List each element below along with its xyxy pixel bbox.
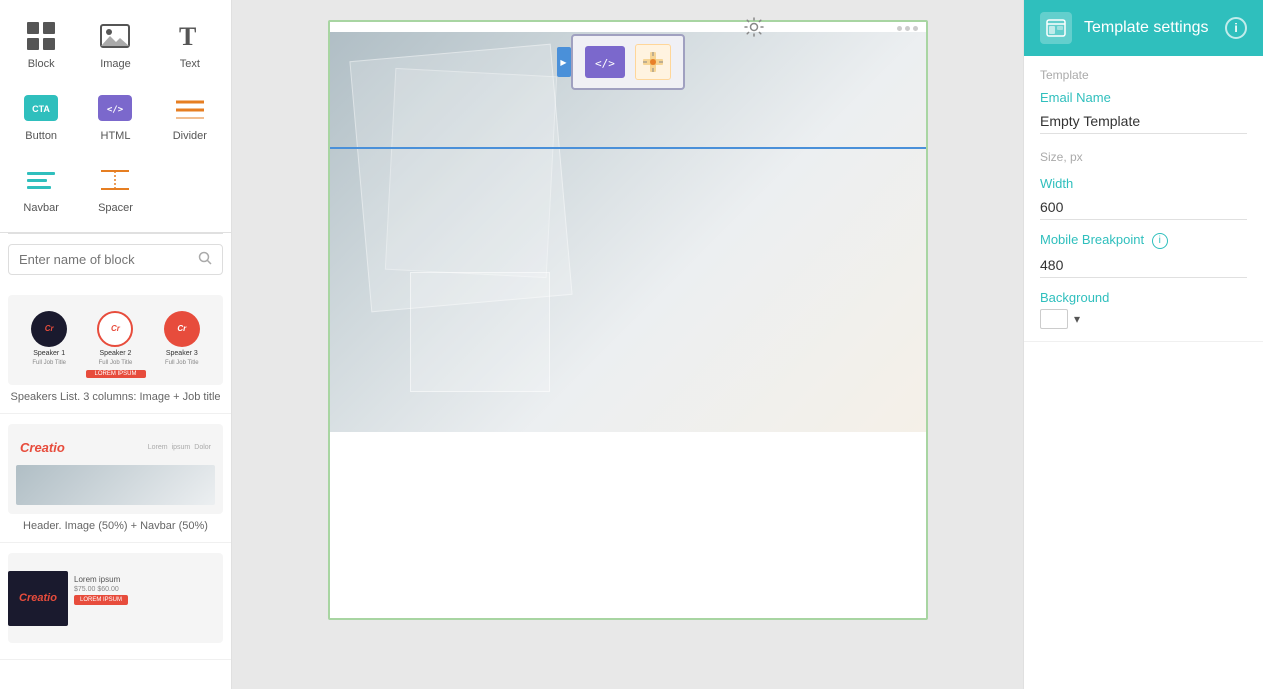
speakers-block-label: Speakers List. 3 columns: Image + Job ti… bbox=[8, 391, 223, 403]
panel-header: Template settings i bbox=[1024, 0, 1263, 56]
button-component[interactable]: CTA Button bbox=[4, 80, 78, 152]
email-name-input[interactable] bbox=[1040, 109, 1247, 134]
divider-component[interactable]: Divider bbox=[153, 80, 227, 152]
text-icon: T bbox=[172, 18, 208, 54]
panel-title: Template settings bbox=[1084, 19, 1213, 37]
canvas-content bbox=[330, 32, 926, 432]
spacer-label: Spacer bbox=[98, 202, 133, 214]
background-color-picker[interactable]: ▾ bbox=[1040, 309, 1247, 329]
move-icon[interactable] bbox=[635, 44, 671, 80]
button-icon: CTA bbox=[23, 90, 59, 126]
mobile-breakpoint-label: Mobile Breakpoint i bbox=[1040, 232, 1247, 249]
width-label: Width bbox=[1040, 176, 1247, 191]
search-container[interactable] bbox=[8, 244, 223, 275]
selection-line bbox=[330, 147, 926, 149]
svg-text:</>: </> bbox=[595, 57, 615, 70]
header-preview: Creatio Lorem ipsum Dolor bbox=[8, 424, 223, 514]
main-canvas: </> bbox=[232, 0, 1023, 689]
list-item[interactable]: Creatio Lorem ipsum $75.00 $60.00 LOREM … bbox=[0, 543, 231, 660]
svg-text:T: T bbox=[179, 22, 196, 51]
html-icon: </> bbox=[97, 90, 133, 126]
block-list: Cr Speaker 1 Full Job Title Cr Speaker 2… bbox=[0, 285, 231, 689]
template-section-label: Template bbox=[1040, 68, 1247, 82]
inner-box bbox=[410, 272, 550, 392]
color-dropdown-arrow[interactable]: ▾ bbox=[1074, 312, 1080, 326]
email-name-label: Email Name bbox=[1040, 90, 1247, 105]
background-label: Background bbox=[1040, 290, 1247, 305]
divider-label: Divider bbox=[173, 130, 207, 142]
list-item[interactable]: Creatio Lorem ipsum Dolor Header. Image … bbox=[0, 414, 231, 543]
product-preview: Creatio Lorem ipsum $75.00 $60.00 LOREM … bbox=[8, 553, 223, 643]
html-block-icon: </> bbox=[585, 46, 625, 78]
svg-text:</>: </> bbox=[107, 105, 124, 115]
drag-handle-left[interactable] bbox=[557, 47, 571, 77]
color-swatch[interactable] bbox=[1040, 309, 1068, 329]
navbar-component[interactable]: Navbar bbox=[4, 152, 78, 224]
template-settings-icon bbox=[1046, 19, 1066, 37]
divider-icon bbox=[172, 90, 208, 126]
size-section-label: Size, px bbox=[1040, 150, 1247, 164]
text-label: Text bbox=[180, 58, 200, 70]
mobile-breakpoint-input[interactable] bbox=[1040, 253, 1247, 278]
header-block-label: Header. Image (50%) + Navbar (50%) bbox=[8, 520, 223, 532]
navbar-icon bbox=[23, 162, 59, 198]
block-label: Block bbox=[28, 58, 55, 70]
block-component[interactable]: Block bbox=[4, 8, 78, 80]
navbar-label: Navbar bbox=[23, 202, 58, 214]
block-widget[interactable]: </> bbox=[571, 34, 685, 90]
search-input[interactable] bbox=[19, 252, 198, 267]
image-component[interactable]: Image bbox=[78, 8, 152, 80]
template-section: Template Email Name Size, px Width Mobil… bbox=[1024, 56, 1263, 342]
list-item[interactable]: Cr Speaker 1 Full Job Title Cr Speaker 2… bbox=[0, 285, 231, 414]
right-panel: Template settings i Template Email Name … bbox=[1023, 0, 1263, 689]
text-component[interactable]: T Text bbox=[153, 8, 227, 80]
html-label: HTML bbox=[101, 130, 131, 142]
left-sidebar: Block Image T Text bbox=[0, 0, 232, 689]
component-grid: Block Image T Text bbox=[0, 0, 231, 233]
width-input[interactable] bbox=[1040, 195, 1247, 220]
crosshair-icon bbox=[642, 51, 664, 73]
sidebar-divider bbox=[8, 233, 223, 234]
block-icon bbox=[23, 18, 59, 54]
canvas-area: </> bbox=[318, 20, 938, 620]
image-icon bbox=[97, 18, 133, 54]
spacer-component[interactable]: Spacer bbox=[78, 152, 152, 224]
spacer-icon bbox=[97, 162, 133, 198]
button-label: Button bbox=[25, 130, 57, 142]
info-icon[interactable]: i bbox=[1225, 17, 1247, 39]
image-label: Image bbox=[100, 58, 131, 70]
email-frame: </> bbox=[328, 20, 928, 620]
search-icon bbox=[198, 251, 212, 268]
html-component[interactable]: </> HTML bbox=[78, 80, 152, 152]
panel-header-icon bbox=[1040, 12, 1072, 44]
speakers-preview: Cr Speaker 1 Full Job Title Cr Speaker 2… bbox=[8, 295, 223, 385]
mobile-info-icon[interactable]: i bbox=[1152, 233, 1168, 249]
svg-text:CTA: CTA bbox=[32, 104, 50, 114]
